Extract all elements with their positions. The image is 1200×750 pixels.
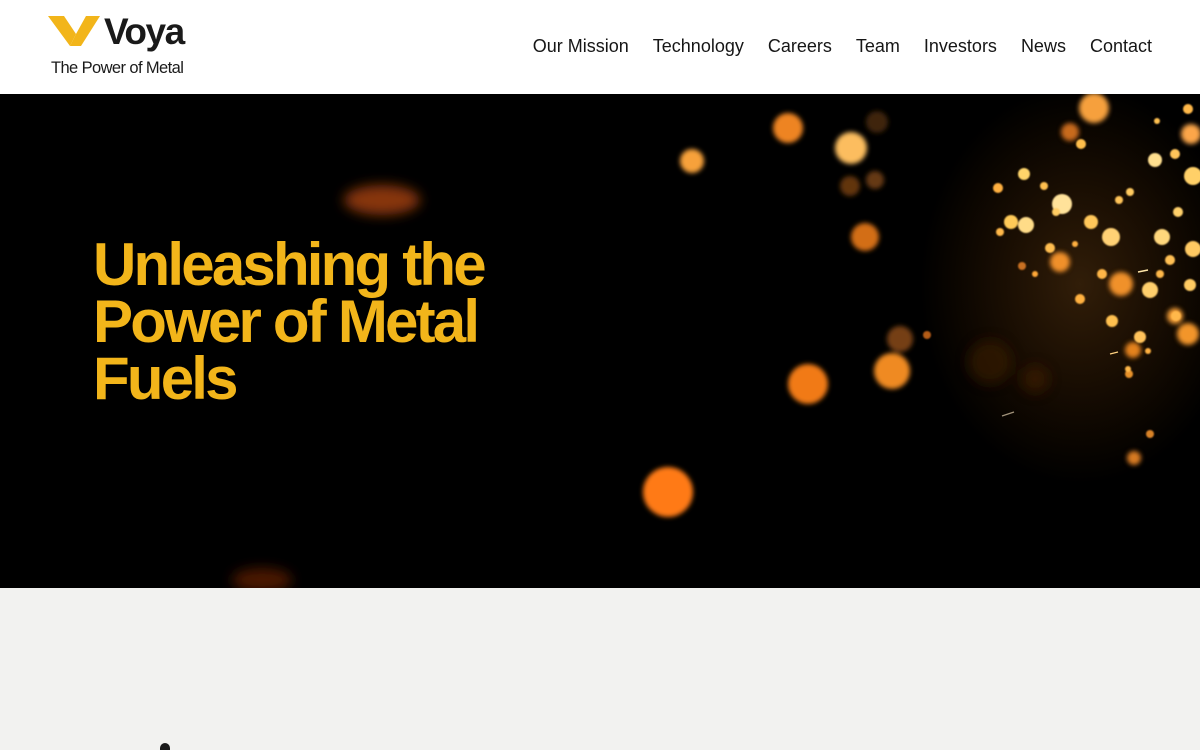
nav-item-investors[interactable]: Investors [924, 33, 997, 59]
hero-section: Unleashing the Power of Metal Fuels [0, 94, 1200, 588]
voya-logo-mark-icon [48, 16, 100, 46]
content-section [0, 588, 1200, 750]
logo-name: Voya [104, 11, 185, 52]
main-nav: Our Mission Technology Careers Team Inve… [533, 33, 1152, 59]
section-heading-fragment [160, 743, 170, 750]
nav-item-contact[interactable]: Contact [1090, 33, 1152, 59]
nav-item-team[interactable]: Team [856, 33, 900, 59]
logo-tagline: The Power of Metal [51, 59, 184, 77]
hero-title: Unleashing the Power of Metal Fuels [93, 231, 487, 412]
logo-link[interactable]: Voya The Power of Metal [48, 11, 198, 80]
nav-item-careers[interactable]: Careers [768, 33, 832, 59]
nav-item-technology[interactable]: Technology [653, 33, 744, 59]
nav-item-news[interactable]: News [1021, 33, 1066, 59]
nav-item-our-mission[interactable]: Our Mission [533, 33, 629, 59]
site-header: Voya The Power of Metal Our Mission Tech… [0, 0, 1200, 94]
